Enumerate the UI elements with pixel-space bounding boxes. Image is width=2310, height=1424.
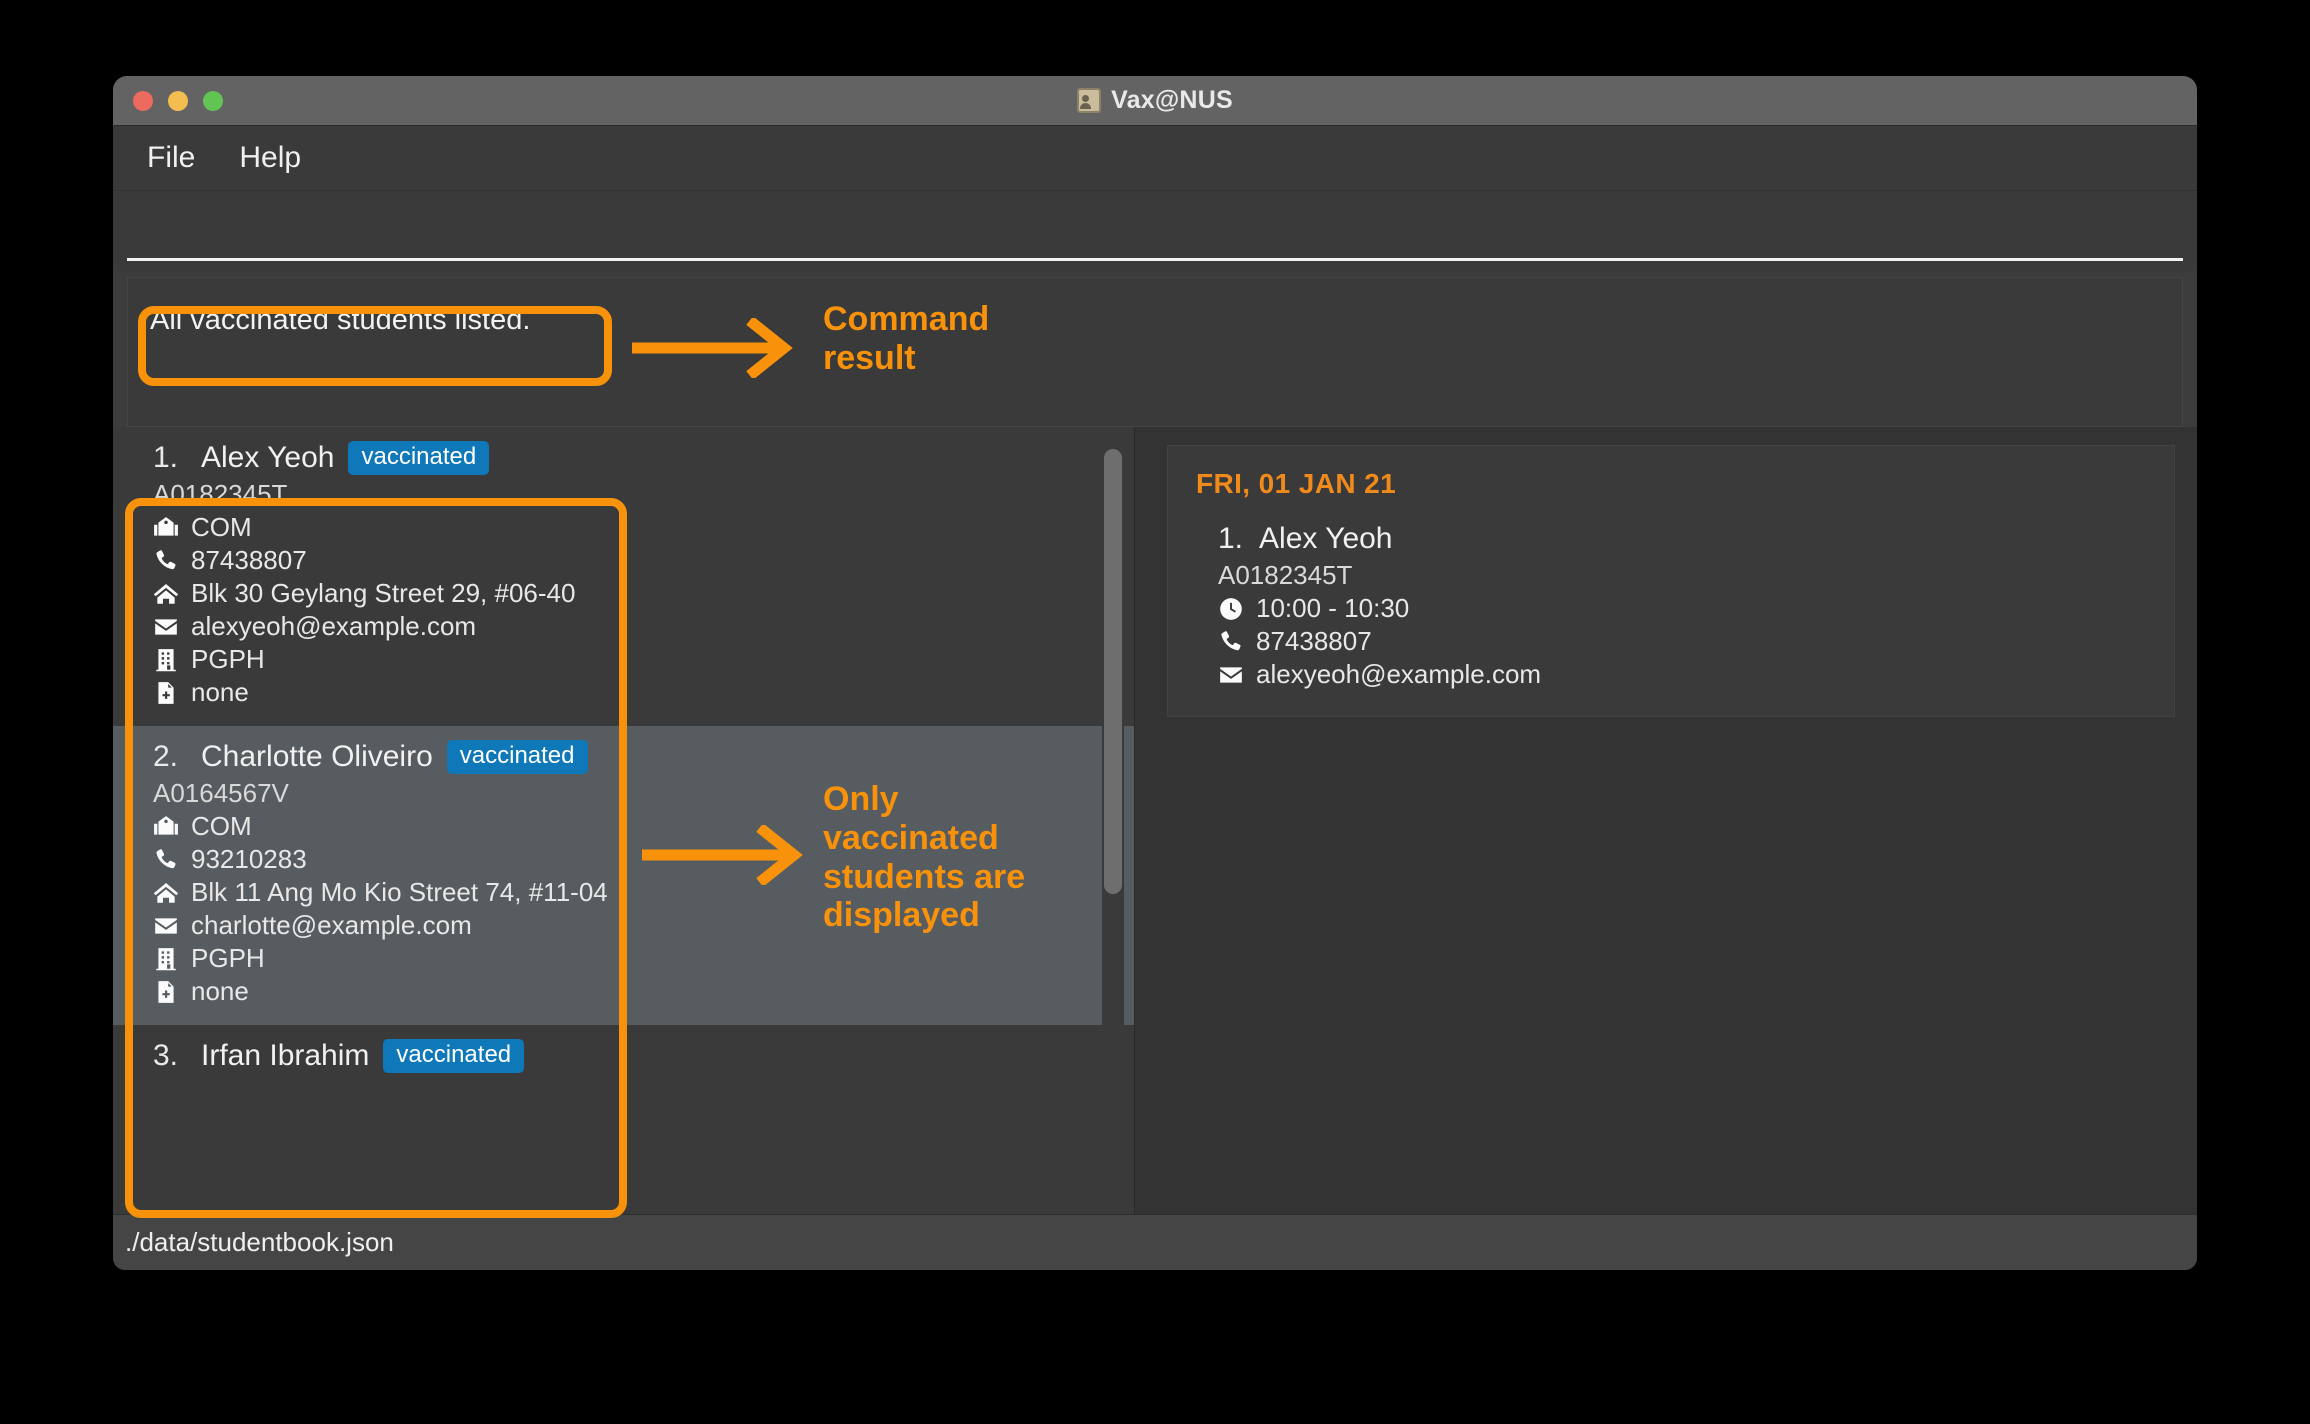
command-input-area [113,191,2197,271]
student-list-item[interactable]: 3. Irfan Ibrahim vaccinated [113,1025,1135,1095]
student-email: alexyeoh@example.com [191,611,477,641]
panel-splitter[interactable] [1135,427,1145,1214]
student-index: 3. [153,1039,179,1072]
email-icon [155,917,177,934]
window-title: Vax@NUS [1111,86,1233,114]
window-title-group: Vax@NUS [113,76,2197,125]
status-bar-file-path: ./data/studentbook.json [125,1227,394,1257]
student-name: Irfan Ibrahim [201,1039,370,1072]
medical-record-icon [158,980,174,1003]
student-residence-field: PGPH [153,644,1108,675]
phone-icon [156,549,176,569]
student-phone: 93210283 [191,844,307,874]
student-residence: PGPH [191,943,265,973]
menu-bar: File Help [113,126,2197,191]
student-medical-field: none [153,677,1108,708]
student-faculty-field: COM [153,512,1108,543]
student-address: Blk 11 Ang Mo Kio Street 74, #11-04 [191,877,608,907]
window-titlebar: Vax@NUS [113,76,2197,126]
command-result-text: All vaccinated students listed. [150,304,531,336]
traffic-light-buttons [133,90,223,111]
address-book-icon [1077,88,1102,113]
main-content: 1. Alex Yeoh vaccinated A0182345T COM 87… [113,427,2197,1214]
appointment-email-field: alexyeoh@example.com [1218,659,2146,690]
school-icon [154,516,178,536]
command-result-box: All vaccinated students listed. [127,277,2183,427]
student-residence: PGPH [191,644,265,674]
vaccination-status-badge: vaccinated [348,441,490,475]
student-email: charlotte@example.com [191,910,472,940]
appointment-phone: 87438807 [1256,626,1372,656]
email-icon [155,618,177,635]
annotation-label-command-result: Command result [823,300,990,377]
appointment-date-header: FRI, 01 JAN 21 [1196,468,1397,499]
student-medical: none [191,976,249,1006]
student-address-field: Blk 30 Geylang Street 29, #06-40 [153,578,1108,609]
student-medical-field: none [153,976,1108,1007]
medical-record-icon [158,681,174,704]
home-icon [153,583,179,604]
student-list-scrollbar[interactable] [1102,437,1125,1204]
app-window: Vax@NUS File Help All vaccinated student… [113,76,2197,1270]
screen: Vax@NUS File Help All vaccinated student… [0,0,2310,1424]
appointment-email: alexyeoh@example.com [1256,659,1542,689]
student-phone: 87438807 [191,545,307,575]
home-icon [153,882,179,903]
student-name: Alex Yeoh [201,441,335,474]
appointment-student-name: Alex Yeoh [1259,522,1393,555]
appointment-entry: 1. Alex Yeoh A0182345T 10:00 - 10:30 874… [1196,522,2146,690]
close-window-button[interactable] [133,90,153,111]
appointment-entry-header: 1. Alex Yeoh [1218,522,2146,556]
appointment-time-field: 10:00 - 10:30 [1218,593,2146,624]
appointment-card[interactable]: FRI, 01 JAN 21 1. Alex Yeoh A0182345T 10… [1167,445,2175,717]
vaccination-status-badge: vaccinated [383,1039,525,1073]
student-name: Charlotte Oliveiro [201,740,433,773]
command-input[interactable] [127,199,2183,261]
annotation-arrow-student-list [640,825,822,885]
phone-icon [156,848,176,868]
annotation-arrow-command-result [630,318,812,378]
annotation-label-student-list: Only vaccinated students are displayed [823,780,1026,935]
student-email-field: alexyeoh@example.com [153,611,1108,642]
student-id: A0182345T [153,479,288,509]
appointment-phone-field: 87438807 [1218,626,2146,657]
status-bar: ./data/studentbook.json [113,1214,2197,1270]
appointment-time: 10:00 - 10:30 [1256,593,1410,623]
menu-item-file[interactable]: File [147,141,195,175]
building-icon [156,947,176,970]
school-icon [154,815,178,835]
student-card-header: 3. Irfan Ibrahim vaccinated [153,1039,1108,1073]
student-list-item[interactable]: 1. Alex Yeoh vaccinated A0182345T COM 87… [113,427,1135,726]
appointment-student-id: A0182345T [1218,560,1353,590]
building-icon [156,648,176,671]
maximize-window-button[interactable] [203,90,223,111]
phone-icon [1221,630,1241,650]
scrollbar-thumb[interactable] [1104,449,1123,894]
menu-item-help[interactable]: Help [239,141,301,175]
student-medical: none [191,677,249,707]
student-address: Blk 30 Geylang Street 29, #06-40 [191,578,576,608]
student-faculty: COM [191,811,252,841]
appointment-panel: FRI, 01 JAN 21 1. Alex Yeoh A0182345T 10… [1145,427,2197,1214]
student-index: 2. [153,740,179,773]
vaccination-status-badge: vaccinated [446,740,588,774]
student-card-header: 2. Charlotte Oliveiro vaccinated [153,740,1108,774]
appointment-index: 1. [1218,522,1244,555]
email-icon [1220,666,1242,683]
minimize-window-button[interactable] [168,90,188,111]
clock-icon [1220,597,1242,620]
student-faculty: COM [191,512,252,542]
student-phone-field: 87438807 [153,545,1108,576]
student-residence-field: PGPH [153,943,1108,974]
student-card-header: 1. Alex Yeoh vaccinated [153,441,1108,475]
student-index: 1. [153,441,179,474]
